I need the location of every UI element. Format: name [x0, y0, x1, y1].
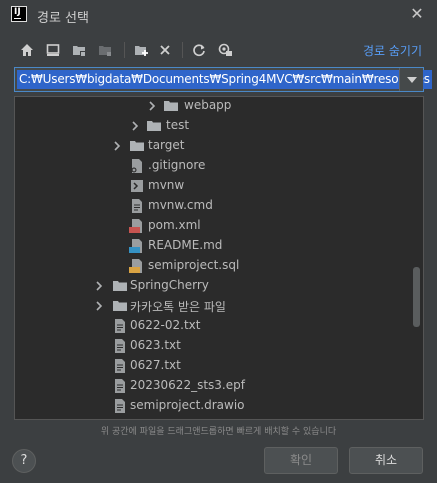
folder-icon	[113, 301, 127, 311]
new-folder-icon[interactable]	[130, 39, 152, 61]
path-value[interactable]: C:₩Users₩bigdata₩Documents₩Spring4MVC₩sr…	[17, 70, 432, 89]
tree-item-sts3-epf[interactable]: 20230622_sts3.epf	[15, 376, 423, 396]
cancel-button[interactable]: 취소	[349, 447, 423, 474]
folder-icon	[164, 101, 178, 111]
tree-item-label: 0623.txt	[130, 338, 181, 352]
chevron-right-icon[interactable]	[112, 141, 122, 151]
chevron-right-icon[interactable]	[94, 301, 104, 311]
tree-item-readme[interactable]: README.md	[15, 236, 423, 256]
tree-item-label: test	[166, 118, 190, 132]
tree-item-springcherry[interactable]: SpringCherry	[15, 276, 423, 296]
tree-item-label: pom.xml	[148, 218, 201, 232]
delete-icon[interactable]	[154, 39, 176, 61]
text-file-icon	[115, 359, 125, 373]
tree-item-test[interactable]: test	[15, 116, 423, 136]
xml-file-icon	[129, 219, 142, 233]
path-dropdown-button[interactable]	[399, 68, 423, 91]
tree-item-label: semiproject.drawio	[130, 398, 245, 412]
tree-item-0623-txt[interactable]: 0623.txt	[15, 336, 423, 356]
tree-item-partial	[15, 416, 423, 420]
vertical-scrollbar[interactable]	[413, 267, 420, 327]
text-file-icon	[115, 319, 125, 333]
folder-icon	[113, 281, 127, 291]
chevron-right-icon[interactable]	[94, 281, 104, 291]
tree-item-semiproject-sql[interactable]: semiproject.sql	[15, 256, 423, 276]
tree-item-semiproject-drawio[interactable]: semiproject.drawio	[15, 396, 423, 416]
tree-item-0622-02-txt[interactable]: 0622-02.txt	[15, 316, 423, 336]
path-input[interactable]: C:₩Users₩bigdata₩Documents₩Spring4MVC₩sr…	[14, 67, 432, 92]
tree-item-label: 카카오톡 받은 파일	[130, 300, 226, 314]
chevron-right-icon[interactable]	[147, 101, 157, 111]
help-button[interactable]: ?	[12, 449, 36, 473]
text-file-icon	[115, 339, 125, 353]
text-file-icon	[112, 418, 128, 420]
desktop-icon[interactable]	[42, 39, 64, 61]
tree-item-gitignore[interactable]: .gitignore	[15, 156, 423, 176]
tree-item-0627-txt[interactable]: 0627.txt	[15, 356, 423, 376]
tree-item-label: .gitignore	[148, 158, 206, 172]
tree-item-mvnw-cmd[interactable]: mvnw.cmd	[15, 196, 423, 216]
tree-item-kakao-folder[interactable]: 카카오톡 받은 파일	[15, 296, 423, 316]
module-folder-icon[interactable]	[94, 39, 116, 61]
tree-item-label: target	[148, 138, 185, 152]
folder-icon	[130, 141, 144, 151]
title-bar: IJ 경로 선택 ✕	[0, 0, 437, 30]
dialog-title: 경로 선택	[37, 11, 89, 26]
tree-item-label: README.md	[148, 238, 223, 252]
tree-item-label: mvnw.cmd	[148, 198, 213, 212]
tree-item-target[interactable]: target	[15, 136, 423, 156]
terminal-file-icon	[131, 180, 143, 192]
hide-path-link[interactable]: 경로 숨기기	[363, 42, 422, 59]
tree-item-mvnw[interactable]: mvnw	[15, 176, 423, 196]
text-file-icon	[115, 399, 125, 413]
tree-item-label: webapp	[184, 98, 232, 112]
text-file-icon	[115, 379, 125, 393]
tree-item-label: mvnw	[148, 178, 185, 192]
file-tree[interactable]: webapp test target .gitignore mvnw mvnw.…	[14, 96, 424, 420]
markdown-file-icon	[129, 239, 142, 253]
show-hidden-icon[interactable]	[214, 39, 236, 61]
chevron-right-icon[interactable]	[130, 121, 140, 131]
tree-item-label: 20230622_sts3.epf	[130, 378, 245, 392]
tree-item-label: 0627.txt	[130, 358, 181, 372]
close-icon[interactable]: ✕	[407, 4, 427, 24]
text-file-icon	[132, 199, 142, 213]
tree-item-label: semiproject.sql	[148, 258, 240, 272]
project-folder-icon[interactable]	[68, 39, 90, 61]
tree-item-label: SpringCherry	[130, 278, 209, 292]
toolbar-separator	[182, 42, 183, 58]
drag-drop-hint: 위 공간에 파일을 드래그앤드롭하면 빠르게 배치할 수 있습니다	[100, 427, 337, 437]
gitignore-file-icon	[131, 159, 142, 173]
sql-file-icon	[129, 259, 142, 273]
home-icon[interactable]	[16, 39, 38, 61]
tree-item-label: 0622-02.txt	[130, 318, 201, 332]
intellij-logo-icon: IJ	[11, 6, 27, 22]
tree-item-pom-xml[interactable]: pom.xml	[15, 216, 423, 236]
ok-button[interactable]: 확인	[264, 447, 338, 474]
toolbar-separator	[124, 42, 125, 58]
folder-icon	[147, 121, 161, 131]
chevron-down-icon	[406, 76, 417, 83]
refresh-icon[interactable]	[188, 39, 210, 61]
tree-item-webapp[interactable]: webapp	[15, 97, 423, 116]
